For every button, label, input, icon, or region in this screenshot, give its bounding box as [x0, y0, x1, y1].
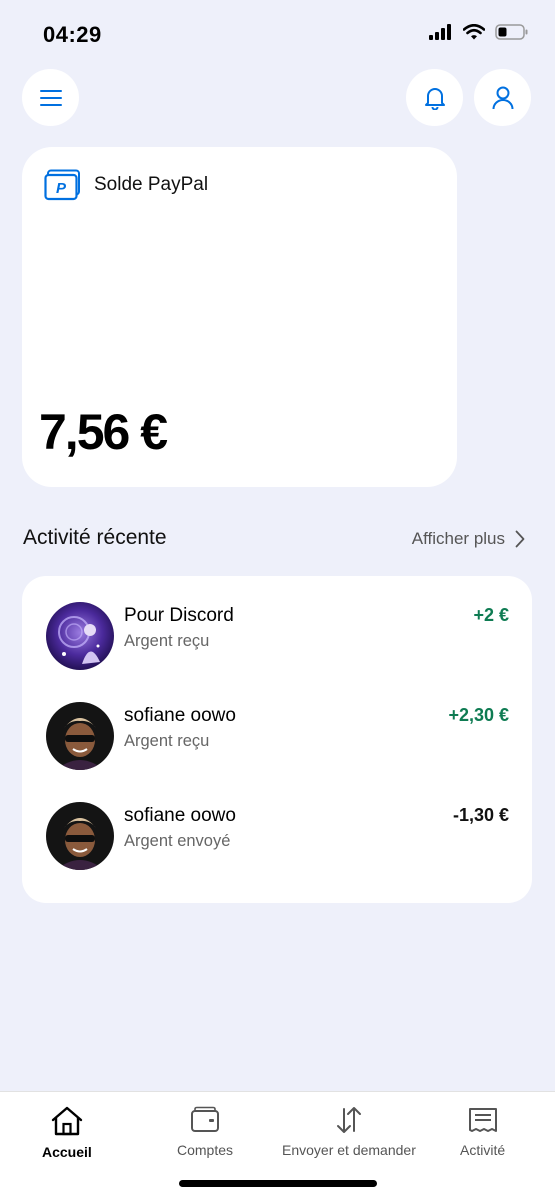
menu-button[interactable] [22, 69, 79, 126]
avatar [46, 802, 114, 870]
avatar [46, 702, 114, 770]
receipt-icon [468, 1108, 497, 1132]
hamburger-menu-icon [39, 89, 62, 106]
wallet-icon [191, 1106, 220, 1132]
nav-item-home[interactable]: Accueil [42, 1106, 92, 1160]
activity-type: Argent reçu [124, 732, 210, 750]
activity-name: Pour Discord [124, 605, 234, 626]
nav-label: Envoyer et demander [282, 1142, 416, 1158]
activity-row[interactable]: sofiane oowo Argent envoyé -1,30 € [22, 802, 532, 872]
balance-header: P Solde PayPal [44, 169, 208, 201]
avatar [46, 602, 114, 670]
recent-activity-title: Activité récente [23, 526, 167, 549]
activity-amount: +2,30 € [448, 705, 509, 725]
status-icons [429, 24, 529, 40]
activity-type: Argent envoyé [124, 832, 231, 850]
home-indicator [179, 1180, 377, 1187]
user-icon [492, 86, 513, 109]
signal-icon [429, 24, 451, 40]
balance-card[interactable]: P Solde PayPal 7,56 € [22, 147, 457, 487]
activity-amount: +2 € [473, 605, 509, 625]
transfer-icon [336, 1107, 361, 1133]
nav-item-send-request[interactable]: Envoyer et demander [282, 1106, 416, 1158]
see-more-label: Afficher plus [411, 529, 505, 548]
chevron-right-icon [515, 530, 525, 548]
activity-list: Pour Discord Argent reçu +2 € sofiane oo… [22, 576, 532, 903]
bell-icon [424, 87, 445, 110]
home-icon [51, 1106, 83, 1136]
profile-button[interactable] [474, 69, 531, 126]
nav-item-activity[interactable]: Activité [460, 1106, 505, 1158]
wifi-icon [463, 24, 485, 40]
activity-row[interactable]: Pour Discord Argent reçu +2 € [22, 602, 532, 672]
see-more-link[interactable]: Afficher plus [412, 529, 525, 549]
nav-label: Comptes [177, 1142, 234, 1158]
status-bar: 04:29 [0, 0, 555, 70]
activity-name: sofiane oowo [124, 705, 236, 726]
status-time: 04:29 [43, 22, 102, 47]
activity-type: Argent reçu [124, 632, 210, 650]
battery-icon [495, 24, 528, 40]
nav-label: Activité [460, 1142, 506, 1158]
paypal-wallet-icon: P [44, 169, 80, 201]
activity-row[interactable]: sofiane oowo Argent reçu +2,30 € [22, 702, 532, 772]
balance-label: Solde PayPal [94, 174, 209, 195]
svg-text:P: P [56, 180, 67, 197]
activity-name: sofiane oowo [124, 805, 236, 826]
activity-amount: -1,30 € [452, 805, 509, 825]
notifications-button[interactable] [406, 69, 463, 126]
nav-label: Accueil [42, 1144, 92, 1160]
balance-amount: 7,56 € [39, 404, 168, 460]
nav-item-accounts[interactable]: Comptes [177, 1106, 233, 1158]
